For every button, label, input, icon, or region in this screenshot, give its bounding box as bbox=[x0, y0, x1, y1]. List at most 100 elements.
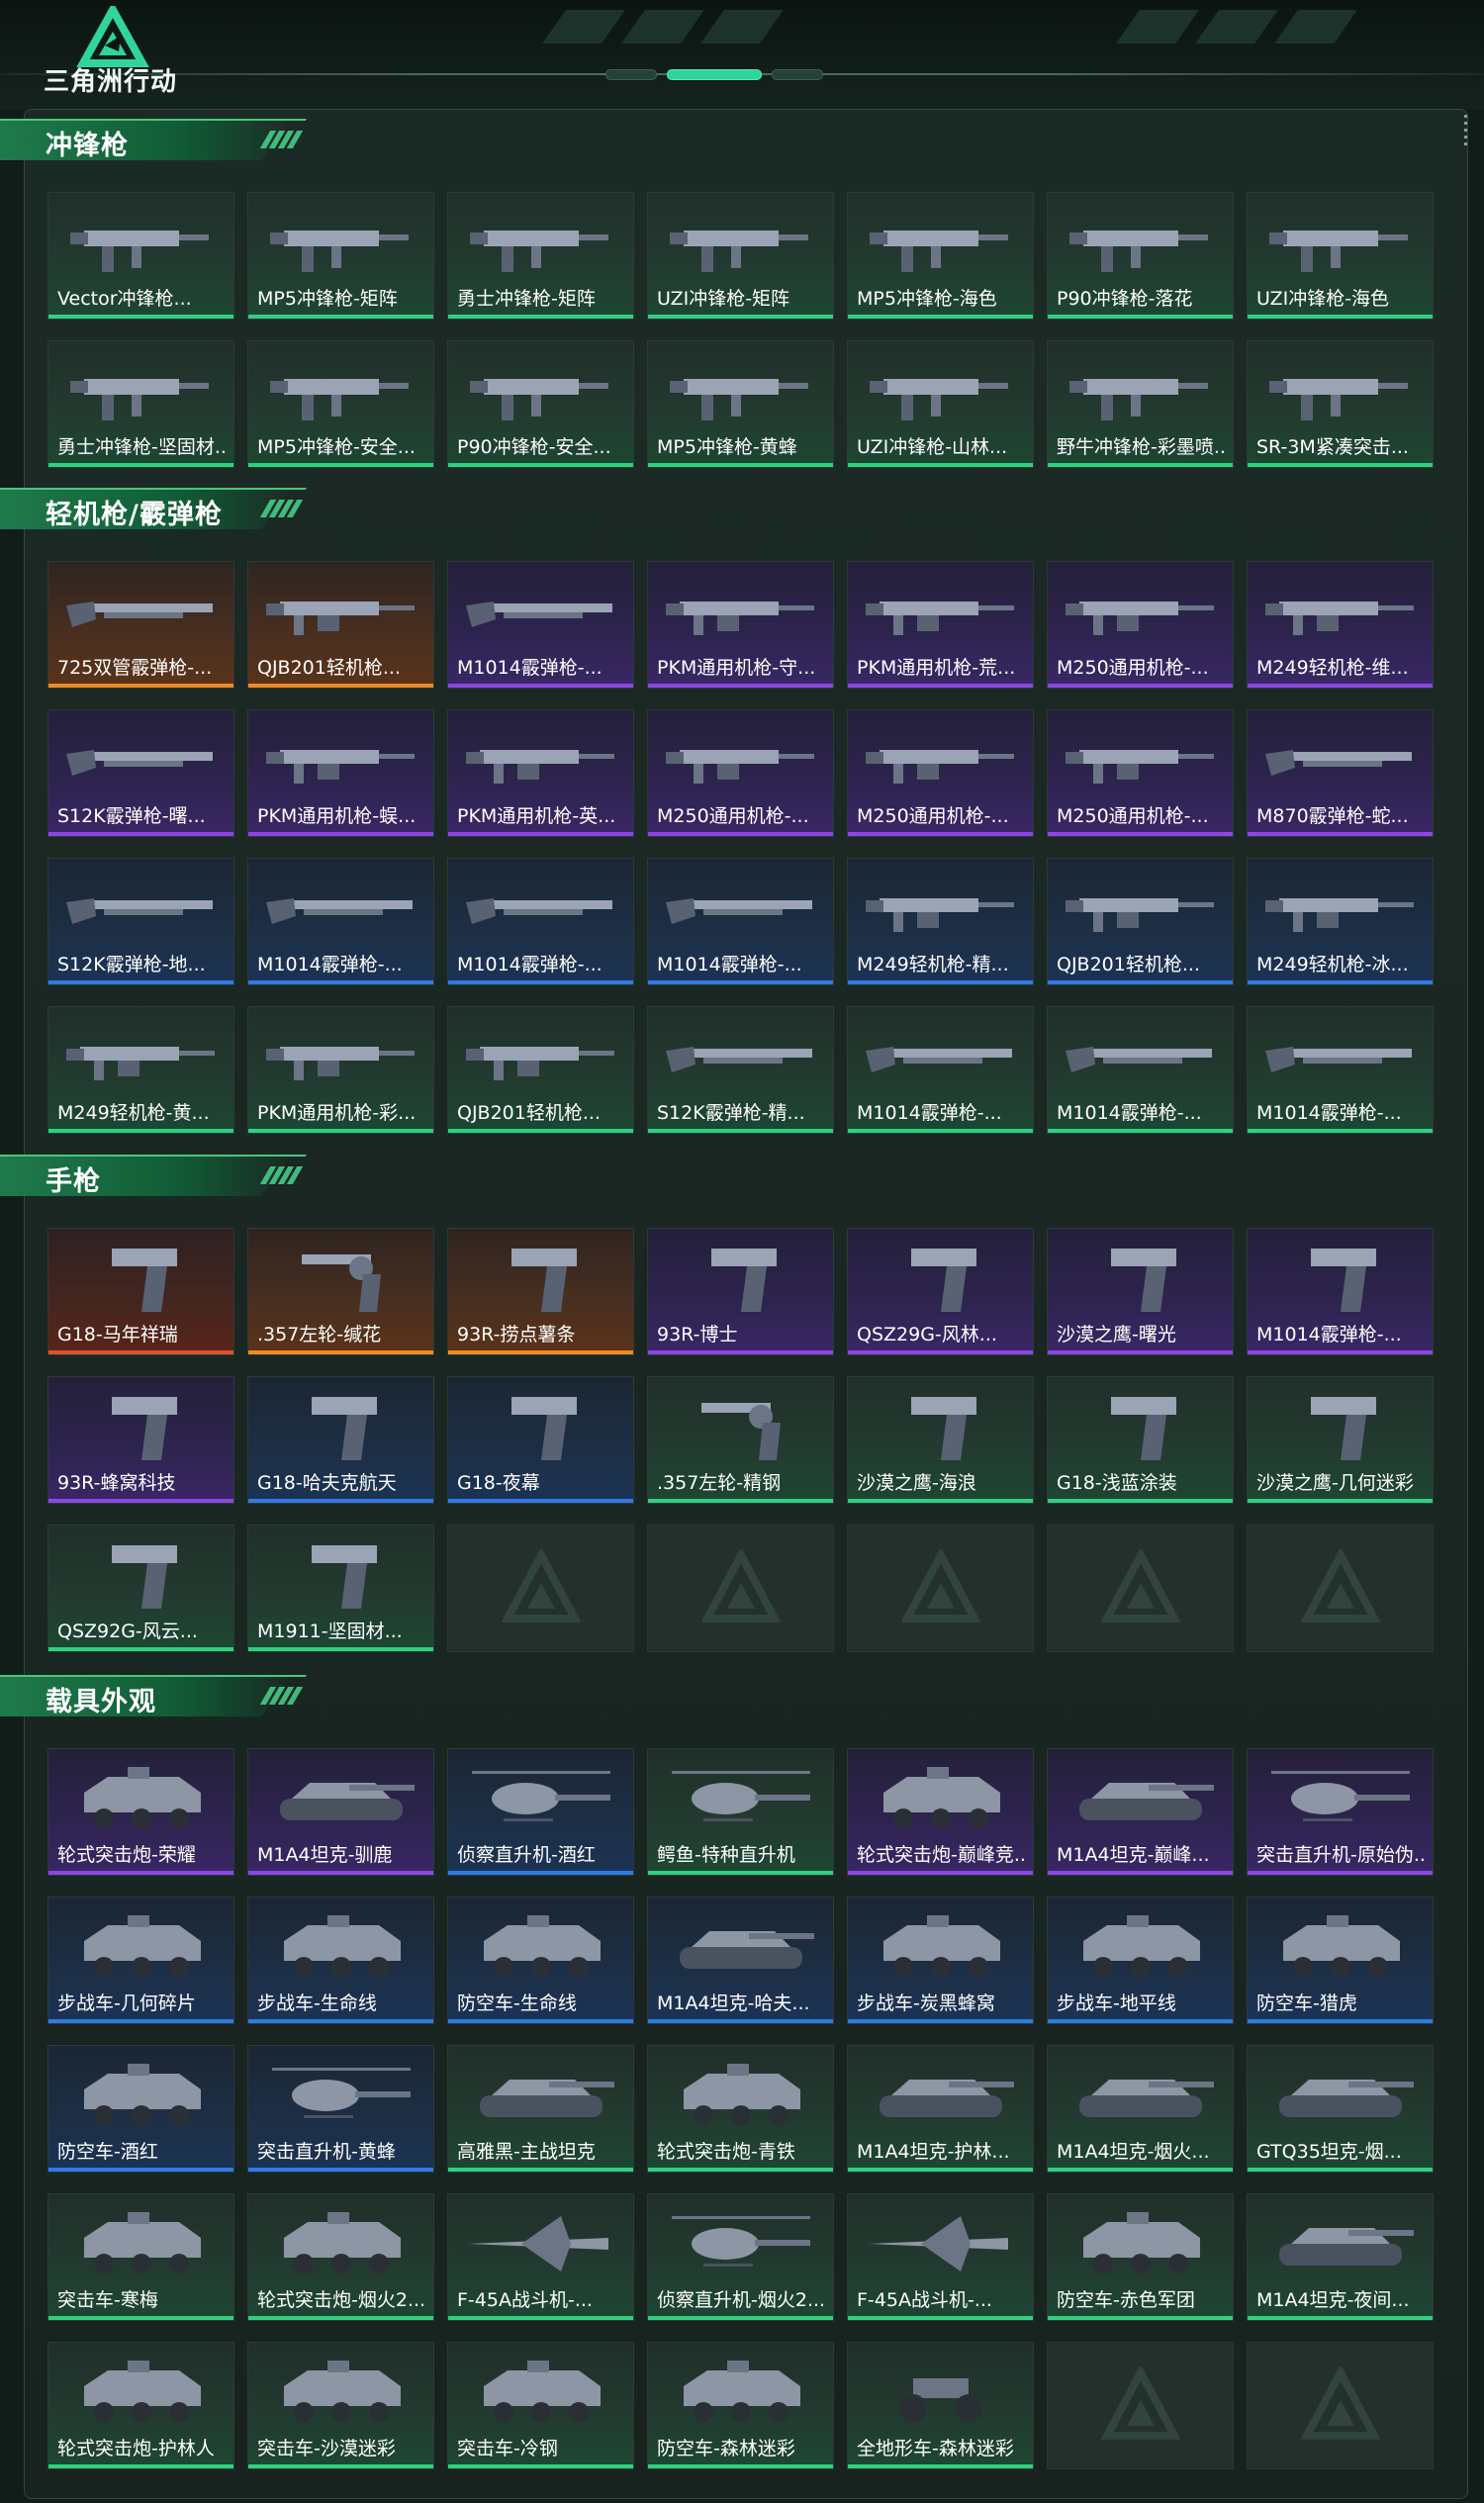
item-card[interactable]: 防空车-酒红 bbox=[47, 2045, 234, 2173]
item-card[interactable]: M870霰弹枪-蛇... bbox=[1247, 709, 1434, 837]
item-card[interactable]: QJB201轻机枪... bbox=[1047, 858, 1234, 985]
item-card[interactable]: PKM通用机枪-彩... bbox=[247, 1006, 434, 1134]
item-name: F-45A战斗机-... bbox=[457, 2289, 593, 2311]
item-card[interactable]: S12K霰弹枪-地... bbox=[47, 858, 234, 985]
item-card[interactable]: M249轻机枪-精... bbox=[847, 858, 1034, 985]
item-name: 侦察直升机-酒红 bbox=[457, 1844, 596, 1866]
item-card[interactable]: PKM通用机枪-英... bbox=[447, 709, 634, 837]
item-card[interactable]: P90冲锋枪-落花 bbox=[1047, 192, 1234, 320]
item-card[interactable]: M250通用机枪-... bbox=[647, 709, 834, 837]
item-card[interactable]: 勇士冲锋枪-坚固材... bbox=[47, 340, 234, 468]
item-card[interactable]: M250通用机枪-... bbox=[1047, 709, 1234, 837]
item-card[interactable]: 野牛冲锋枪-彩墨喷... bbox=[1047, 340, 1234, 468]
item-card[interactable]: 高雅黑-主战坦克 bbox=[447, 2045, 634, 2173]
item-card[interactable]: M1014霰弹枪-... bbox=[647, 858, 834, 985]
item-card[interactable]: M1014霰弹枪-... bbox=[247, 858, 434, 985]
item-card[interactable]: 轮式突击炮-烟火2... bbox=[247, 2193, 434, 2321]
item-card[interactable]: S12K霰弹枪-曙... bbox=[47, 709, 234, 837]
item-card[interactable]: 侦察直升机-烟火2... bbox=[647, 2193, 834, 2321]
item-card[interactable]: 93R-捞点薯条 bbox=[447, 1228, 634, 1355]
scrollbar[interactable] bbox=[1464, 115, 1467, 164]
item-card[interactable]: 93R-博士 bbox=[647, 1228, 834, 1355]
item-card[interactable]: M1014霰弹枪-... bbox=[447, 561, 634, 689]
item-card[interactable]: M250通用机枪-... bbox=[847, 709, 1034, 837]
item-card[interactable]: M1A4坦克-巅峰... bbox=[1047, 1748, 1234, 1876]
helicopter-icon bbox=[1261, 1759, 1420, 1838]
item-card[interactable]: M1A4坦克-哈夫... bbox=[647, 1897, 834, 2024]
header-decoration bbox=[1116, 10, 1199, 44]
item-card[interactable]: M249轻机枪-维... bbox=[1247, 561, 1434, 689]
item-card[interactable]: UZI冲锋枪-山林... bbox=[847, 340, 1034, 468]
item-card[interactable]: 防空车-生命线 bbox=[447, 1897, 634, 2024]
item-card[interactable]: M1014霰弹枪-... bbox=[1047, 1006, 1234, 1134]
item-card[interactable]: 步战车-生命线 bbox=[247, 1897, 434, 2024]
item-card[interactable]: PKM通用机枪-荒... bbox=[847, 561, 1034, 689]
item-card[interactable]: 轮式突击炮-护林人 bbox=[47, 2342, 234, 2469]
item-card[interactable]: F-45A战斗机-... bbox=[447, 2193, 634, 2321]
item-card[interactable]: 全地形车-森林迷彩 bbox=[847, 2342, 1034, 2469]
item-card[interactable]: M1A4坦克-驯鹿 bbox=[247, 1748, 434, 1876]
item-card[interactable]: MP5冲锋枪-安全... bbox=[247, 340, 434, 468]
item-card[interactable]: MP5冲锋枪-矩阵 bbox=[247, 192, 434, 320]
item-card[interactable]: MP5冲锋枪-黄蜂 bbox=[647, 340, 834, 468]
item-card[interactable]: QSZ29G-风林... bbox=[847, 1228, 1034, 1355]
item-name: MP5冲锋枪-矩阵 bbox=[257, 288, 398, 310]
item-card[interactable]: .357左轮-精钢 bbox=[647, 1376, 834, 1504]
item-card[interactable]: M1A4坦克-夜间... bbox=[1247, 2193, 1434, 2321]
item-card[interactable]: 93R-蜂窝科技 bbox=[47, 1376, 234, 1504]
item-card[interactable]: 防空车-猎虎 bbox=[1247, 1897, 1434, 2024]
item-card[interactable]: PKM通用机枪-蜈... bbox=[247, 709, 434, 837]
item-card[interactable]: QSZ92G-风云... bbox=[47, 1525, 234, 1652]
item-card[interactable]: P90冲锋枪-安全... bbox=[447, 340, 634, 468]
shotgun-icon bbox=[1261, 1017, 1420, 1096]
item-card[interactable]: MP5冲锋枪-海色 bbox=[847, 192, 1034, 320]
item-card[interactable]: 沙漠之鹰-曙光 bbox=[1047, 1228, 1234, 1355]
item-card[interactable]: 沙漠之鹰-几何迷彩 bbox=[1247, 1376, 1434, 1504]
item-card[interactable]: 防空车-赤色军团 bbox=[1047, 2193, 1234, 2321]
item-card[interactable]: 防空车-森林迷彩 bbox=[647, 2342, 834, 2469]
item-card[interactable]: M249轻机枪-冰... bbox=[1247, 858, 1434, 985]
item-card[interactable]: 突击车-沙漠迷彩 bbox=[247, 2342, 434, 2469]
item-card[interactable]: M1014霰弹枪-... bbox=[1247, 1228, 1434, 1355]
item-card[interactable]: UZI冲锋枪-矩阵 bbox=[647, 192, 834, 320]
item-card[interactable]: QJB201轻机枪... bbox=[247, 561, 434, 689]
item-card[interactable]: UZI冲锋枪-海色 bbox=[1247, 192, 1434, 320]
item-card[interactable]: M1911-坚固材... bbox=[247, 1525, 434, 1652]
item-card[interactable]: 步战车-地平线 bbox=[1047, 1897, 1234, 2024]
item-card[interactable]: 步战车-几何碎片 bbox=[47, 1897, 234, 2024]
item-card[interactable]: 鳄鱼-特种直升机 bbox=[647, 1748, 834, 1876]
item-card[interactable]: M1A4坦克-护林... bbox=[847, 2045, 1034, 2173]
item-card[interactable]: M1014霰弹枪-... bbox=[847, 1006, 1034, 1134]
delta-logo-icon bbox=[1300, 1546, 1381, 1628]
item-card[interactable]: 突击直升机-原始伪... bbox=[1247, 1748, 1434, 1876]
item-card[interactable]: 步战车-炭黑蜂窝 bbox=[847, 1897, 1034, 2024]
item-card[interactable]: 突击直升机-黄蜂 bbox=[247, 2045, 434, 2173]
item-card[interactable]: G18-夜幕 bbox=[447, 1376, 634, 1504]
item-card[interactable]: G18-马年祥瑞 bbox=[47, 1228, 234, 1355]
item-card[interactable]: M249轻机枪-黄... bbox=[47, 1006, 234, 1134]
item-card[interactable]: 轮式突击炮-巅峰竞... bbox=[847, 1748, 1034, 1876]
item-card[interactable]: S12K霰弹枪-精... bbox=[647, 1006, 834, 1134]
item-card[interactable]: M1014霰弹枪-... bbox=[1247, 1006, 1434, 1134]
item-card[interactable]: .357左轮-缄花 bbox=[247, 1228, 434, 1355]
item-card[interactable]: G18-哈夫克航天 bbox=[247, 1376, 434, 1504]
item-card[interactable]: G18-浅蓝涂装 bbox=[1047, 1376, 1234, 1504]
item-card[interactable]: F-45A战斗机-... bbox=[847, 2193, 1034, 2321]
item-card[interactable]: 725双管霰弹枪-... bbox=[47, 561, 234, 689]
item-card[interactable]: 轮式突击炮-荣耀 bbox=[47, 1748, 234, 1876]
item-card[interactable]: Vector冲锋枪... bbox=[47, 192, 234, 320]
item-card[interactable]: M1014霰弹枪-... bbox=[447, 858, 634, 985]
item-card[interactable]: SR-3M紧凑突击... bbox=[1247, 340, 1434, 468]
item-card[interactable]: 突击车-冷钢 bbox=[447, 2342, 634, 2469]
item-card[interactable]: 沙漠之鹰-海浪 bbox=[847, 1376, 1034, 1504]
item-card[interactable]: QJB201轻机枪... bbox=[447, 1006, 634, 1134]
item-card[interactable]: 突击车-寒梅 bbox=[47, 2193, 234, 2321]
item-card[interactable]: 侦察直升机-酒红 bbox=[447, 1748, 634, 1876]
tank-icon bbox=[1261, 2204, 1420, 2283]
item-card[interactable]: M250通用机枪-... bbox=[1047, 561, 1234, 689]
item-card[interactable]: M1A4坦克-烟火... bbox=[1047, 2045, 1234, 2173]
item-card[interactable]: 轮式突击炮-青铁 bbox=[647, 2045, 834, 2173]
item-card[interactable]: PKM通用机枪-守... bbox=[647, 561, 834, 689]
item-card[interactable]: GTQ35坦克-烟... bbox=[1247, 2045, 1434, 2173]
item-card[interactable]: 勇士冲锋枪-矩阵 bbox=[447, 192, 634, 320]
